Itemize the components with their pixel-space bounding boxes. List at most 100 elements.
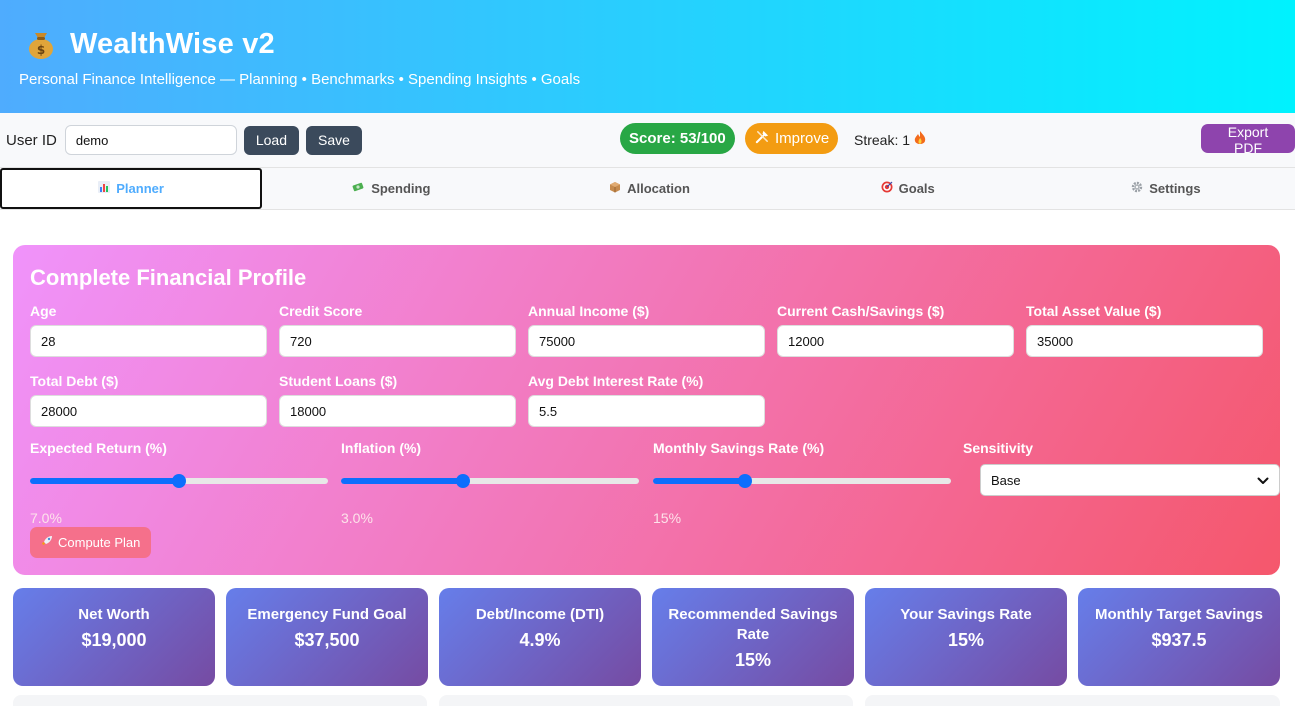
tab-spending[interactable]: Spending [262,168,520,209]
metric-cards: Net Worth $19,000 Emergency Fund Goal $3… [13,588,1280,686]
savings-rate-label: Monthly Savings Rate (%) [653,440,825,456]
user-id-label: User ID [6,131,57,149]
chart-icon [98,181,111,196]
metric-value: 4.9% [519,630,561,650]
gear-icon [1131,181,1143,196]
profile-title: Complete Financial Profile [30,265,307,290]
metric-value: 15% [734,650,772,670]
inflation-value: 3.0% [341,510,373,526]
inflation-slider-group: Inflation (%) 3.0% [341,440,639,526]
credit-score-label: Credit Score [279,303,363,319]
cash-savings-input[interactable] [777,325,1014,357]
credit-score-input[interactable] [279,325,516,357]
svg-text:$: $ [37,43,45,57]
cash-savings-field: Current Cash/Savings ($) [777,303,1014,357]
debt-interest-field: Avg Debt Interest Rate (%) [528,373,765,427]
tab-label: Allocation [627,181,690,196]
total-asset-field: Total Asset Value ($) [1026,303,1263,357]
compute-plan-label: Compute Plan [58,535,141,550]
debt-interest-label: Avg Debt Interest Rate (%) [528,373,704,389]
credit-score-field: Credit Score [279,303,516,357]
metric-value: 15% [947,630,985,650]
sensitivity-group: Sensitivity [963,440,1033,456]
total-debt-input[interactable] [30,395,267,427]
student-loans-field: Student Loans ($) [279,373,516,427]
money-icon [352,181,365,196]
inflation-slider[interactable] [341,474,639,488]
export-pdf-button[interactable]: Export PDF [1201,124,1295,156]
savings-rate-value: 15% [653,510,682,526]
slider-fill [341,478,464,484]
lower-panels-edge [13,695,1280,706]
user-id-input[interactable] [64,125,237,155]
total-debt-label: Total Debt ($) [30,373,119,389]
tab-bar: Planner Spending Allocation Goals Settin… [0,168,1295,210]
profile-fields-row-1: Age Credit Score Annual Income ($) Curre… [30,303,1263,357]
expected-return-value: 7.0% [30,510,62,526]
box-icon [609,181,621,196]
metric-value: $937.5 [1151,630,1207,650]
total-debt-field: Total Debt ($) [30,373,267,427]
inflation-label: Inflation (%) [341,440,422,456]
savings-rate-slider-group: Monthly Savings Rate (%) 15% [653,440,951,526]
lower-panel-left [13,695,427,706]
improve-button[interactable]: Improve [745,123,839,154]
sensitivity-select[interactable]: Base [980,464,1280,496]
metric-label: Your Savings Rate [900,606,1032,623]
chevron-down-icon [1257,473,1269,488]
fire-icon [914,131,926,149]
age-label: Age [30,303,57,319]
tab-goals[interactable]: Goals [779,168,1037,209]
save-button[interactable]: Save [306,125,362,155]
expected-return-slider-group: Expected Return (%) 7.0% [30,440,328,526]
metric-label: Debt/Income (DTI) [475,606,605,623]
lower-panel-right [865,695,1280,706]
tab-label: Planner [116,181,164,196]
streak-indicator: Streak: 1 [854,131,926,149]
total-asset-label: Total Asset Value ($) [1026,303,1162,319]
rocket-icon [41,535,53,550]
toolbar: User ID Load Save Score: 53/100 Improve … [0,113,1295,168]
target-icon [881,181,893,196]
financial-profile-card: Complete Financial Profile Age Credit Sc… [13,245,1280,575]
metric-label: Net Worth [78,606,150,623]
total-asset-input[interactable] [1026,325,1263,357]
slider-fill [30,478,179,484]
savings-rate-slider[interactable] [653,474,951,488]
tab-allocation[interactable]: Allocation [520,168,778,209]
dti-card: Debt/Income (DTI) 4.9% [439,588,641,686]
improve-label: Improve [775,130,830,147]
sensitivity-label: Sensitivity [963,440,1034,456]
metric-label: Monthly Target Savings [1094,606,1264,623]
age-input[interactable] [30,325,267,357]
annual-income-input[interactable] [528,325,765,357]
tab-settings[interactable]: Settings [1037,168,1295,209]
tools-icon [755,129,770,148]
annual-income-label: Annual Income ($) [528,303,650,319]
load-button[interactable]: Load [243,125,299,155]
emergency-fund-card: Emergency Fund Goal $37,500 [226,588,428,686]
money-bag-icon: $ [24,27,58,61]
slider-thumb[interactable] [456,474,471,488]
streak-label: Streak: 1 [854,132,911,148]
app-subtitle: Personal Finance Intelligence — Planning… [19,71,581,88]
your-savings-rate-card: Your Savings Rate 15% [865,588,1067,686]
metric-value: $19,000 [81,630,147,650]
app-title-row: $ WealthWise v2 [19,24,1276,64]
expected-return-slider[interactable] [30,474,328,488]
cash-savings-label: Current Cash/Savings ($) [777,303,945,319]
slider-thumb[interactable] [172,474,186,488]
slider-thumb[interactable] [738,474,753,488]
student-loans-input[interactable] [279,395,516,427]
tab-label: Spending [371,181,431,196]
metric-label: Recommended Savings Rate [668,606,838,643]
recommended-savings-card: Recommended Savings Rate 15% [652,588,854,686]
app-header: $ WealthWise v2 Personal Finance Intelli… [0,0,1295,113]
expected-return-label: Expected Return (%) [30,440,167,456]
tab-planner[interactable]: Planner [0,168,263,209]
debt-interest-input[interactable] [528,395,765,427]
score-badge: Score: 53/100 [620,123,735,154]
metric-label: Emergency Fund Goal [247,606,407,623]
app-title: WealthWise v2 [70,27,275,60]
compute-plan-button[interactable]: Compute Plan [30,527,152,558]
